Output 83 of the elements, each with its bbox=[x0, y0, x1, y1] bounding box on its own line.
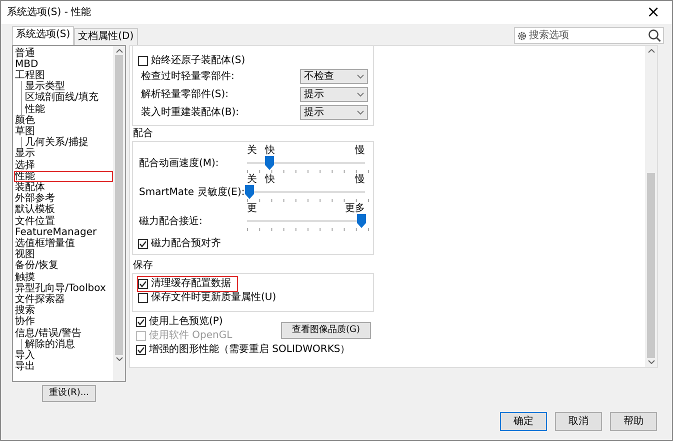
tree-item[interactable]: 文件探索器 bbox=[14, 294, 113, 306]
tree-item[interactable]: 颜色 bbox=[14, 114, 113, 126]
scroll-down-icon[interactable] bbox=[648, 360, 654, 364]
slider[interactable] bbox=[247, 156, 365, 170]
dialog-button[interactable]: 帮助 bbox=[610, 412, 657, 431]
tree-item[interactable]: 工程图 bbox=[14, 70, 113, 82]
tree-item[interactable]: FeatureManager bbox=[14, 226, 113, 238]
scrollbar[interactable] bbox=[645, 46, 657, 367]
tree-item[interactable]: 普通 bbox=[14, 48, 113, 59]
tree-item[interactable]: 显示类型 bbox=[24, 81, 113, 92]
tick-label: 慢 bbox=[355, 174, 365, 185]
dropdown[interactable]: 不检查 bbox=[300, 69, 368, 84]
checkbox[interactable]: 始终还原子装配体(S) bbox=[138, 54, 368, 68]
caret-icon bbox=[357, 110, 364, 116]
scroll-down-icon[interactable] bbox=[116, 356, 122, 361]
tree-item[interactable]: 解除的消息 bbox=[24, 338, 113, 350]
window-title: 系统选项(S) - 性能 bbox=[7, 6, 92, 20]
checkmark-icon bbox=[137, 346, 145, 354]
slider-thumb[interactable] bbox=[265, 156, 274, 170]
tree-item[interactable]: 导出 bbox=[14, 361, 113, 372]
tree-item[interactable]: 视图 bbox=[14, 249, 113, 260]
tree-item[interactable]: 外部参考 bbox=[14, 193, 113, 204]
gear-icon bbox=[517, 30, 527, 41]
dialog-button[interactable]: 确定 bbox=[500, 412, 547, 431]
tree-item[interactable]: 搜索 bbox=[14, 305, 113, 316]
dropdown[interactable]: 提示 bbox=[300, 87, 368, 102]
tree-item[interactable]: 显示 bbox=[14, 148, 113, 160]
tick-label: 关 bbox=[247, 144, 257, 156]
search-field[interactable]: 搜索选项 bbox=[514, 26, 664, 44]
field-label: 磁力配合接近: bbox=[139, 214, 204, 229]
checkmark-icon bbox=[139, 280, 147, 288]
tree-item[interactable]: 草图 bbox=[14, 126, 113, 138]
scrollbar[interactable] bbox=[113, 46, 125, 381]
tick-label: 慢 bbox=[355, 144, 365, 156]
field-label: 装入时重建装配体(B): bbox=[141, 106, 240, 120]
slider-thumb[interactable] bbox=[357, 214, 366, 228]
field-label: SmartMate 灵敏度(E): bbox=[139, 186, 246, 200]
dropdown[interactable]: 提示 bbox=[300, 105, 368, 120]
slider[interactable] bbox=[247, 214, 365, 228]
image-quality-button[interactable]: 查看图像品质(G) bbox=[281, 322, 371, 340]
tab[interactable]: 系统选项(S) bbox=[12, 26, 74, 45]
tree-item[interactable]: 默认模板 bbox=[14, 204, 113, 216]
tick-label: 快 bbox=[265, 174, 275, 185]
section-title: 保存 bbox=[133, 260, 153, 271]
checkbox[interactable]: 清理缓存配置数据 bbox=[138, 276, 237, 291]
section-title: 配合 bbox=[133, 128, 153, 139]
tree-item[interactable]: 选值框增量值 bbox=[14, 238, 113, 250]
tree-item[interactable]: MBD bbox=[14, 58, 113, 70]
scroll-up-icon[interactable] bbox=[116, 48, 122, 53]
field-label: 配合动画速度(M): bbox=[139, 156, 220, 171]
tree-item[interactable]: 异型孔向导/Toolbox bbox=[14, 282, 113, 294]
slider[interactable] bbox=[247, 184, 365, 199]
tree-item[interactable]: 性能 bbox=[24, 104, 113, 115]
tree-item[interactable]: 区域剖面线/填充 bbox=[24, 92, 113, 104]
tick-label: 更 bbox=[247, 202, 257, 214]
tree-item[interactable]: 装配体 bbox=[14, 182, 113, 194]
close-button[interactable]: × bbox=[642, 4, 664, 20]
tick-label: 更多 bbox=[345, 202, 365, 214]
tree-item[interactable]: 几何关系/捕捉 bbox=[24, 137, 113, 148]
field-label: 检查过时轻量零部件: bbox=[141, 70, 234, 84]
tick-label: 关 bbox=[247, 174, 257, 185]
tick-label: 快 bbox=[265, 144, 275, 156]
search-icon[interactable] bbox=[648, 28, 661, 42]
caret-icon bbox=[357, 92, 364, 98]
tree-item[interactable]: 信息/错误/警告 bbox=[14, 328, 113, 339]
tree-item[interactable]: 触摸 bbox=[14, 272, 113, 283]
reset-button[interactable]: 重设(R)... bbox=[42, 384, 96, 402]
tree-item[interactable]: 协作 bbox=[14, 316, 113, 328]
tree-item[interactable]: 选择 bbox=[14, 160, 113, 171]
slider-thumb[interactable] bbox=[245, 184, 254, 199]
checkmark-icon bbox=[139, 240, 147, 248]
checkmark-icon bbox=[137, 318, 145, 326]
checkbox[interactable]: 增强的图形性能（需要重启 SOLIDWORKS） bbox=[136, 342, 645, 357]
dialog-button[interactable]: 取消 bbox=[555, 412, 602, 431]
field-label: 解析轻量零部件(S): bbox=[141, 88, 229, 102]
tab[interactable]: 文档属性(D) bbox=[74, 28, 138, 45]
tree-item[interactable]: 备份/恢复 bbox=[14, 260, 113, 272]
checkbox[interactable]: 保存文件时更新质量属性(U) bbox=[138, 290, 368, 305]
scroll-up-icon[interactable] bbox=[648, 48, 654, 53]
tree-item[interactable]: 文件位置 bbox=[14, 216, 113, 227]
checkbox[interactable]: 磁力配合预对齐 bbox=[138, 236, 368, 251]
tree-item[interactable]: 导入 bbox=[14, 350, 113, 362]
caret-icon bbox=[357, 74, 364, 80]
